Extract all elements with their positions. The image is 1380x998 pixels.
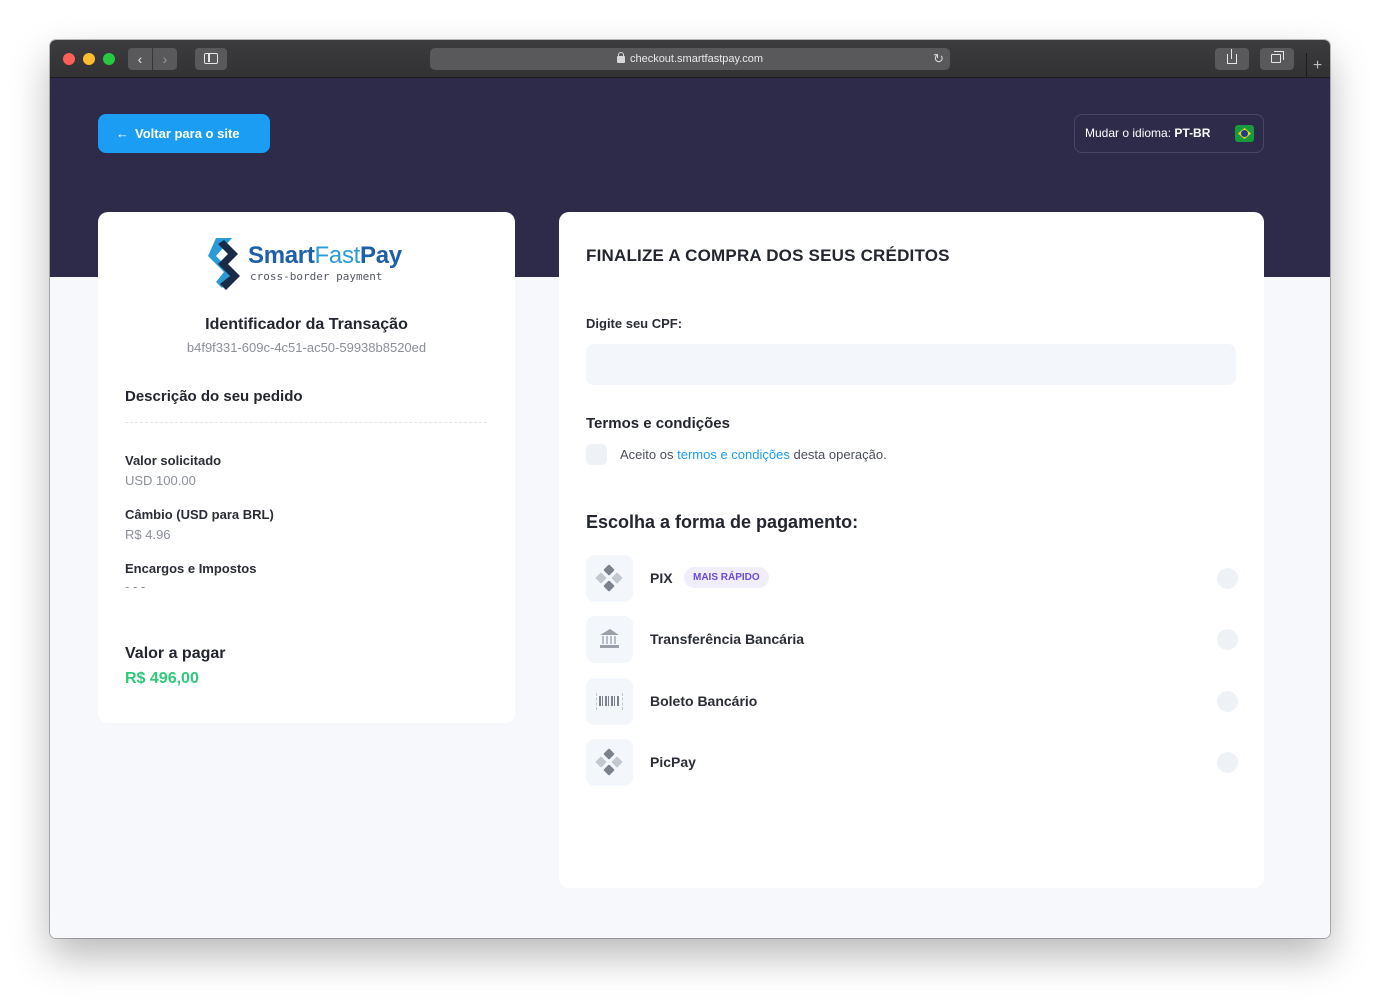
back-to-site-label: Voltar para o site: [135, 126, 240, 141]
forward-nav-button[interactable]: ›: [153, 48, 177, 70]
payment-icon-box: [586, 739, 633, 786]
bank-icon: [600, 629, 619, 649]
transaction-title: Identificador da Transação: [205, 316, 408, 333]
logo-word-smart: Smart: [248, 242, 315, 269]
payment-icon-box: [586, 616, 633, 663]
language-value: PT-BR: [1174, 126, 1211, 140]
payment-radio[interactable]: [1217, 691, 1238, 712]
payment-option-name: Boleto Bancário: [650, 693, 758, 709]
requested-amount-value: USD 100.00: [125, 473, 196, 488]
pix-icon: [595, 748, 623, 776]
fastest-badge: MAIS RÁPIDO: [684, 567, 769, 588]
payment-icon-box: [586, 555, 633, 602]
logo-word-pay: Pay: [360, 242, 402, 269]
sidebar-toggle-button[interactable]: [195, 48, 227, 70]
payment-radio[interactable]: [1217, 629, 1238, 650]
logo-word-fast: Fast: [314, 242, 361, 269]
order-summary-card: SmartFastPay cross-border payment Identi…: [98, 212, 515, 723]
cpf-input[interactable]: [586, 344, 1236, 385]
tabs-icon: [1271, 51, 1284, 63]
terms-title: Termos e condições: [586, 415, 730, 432]
logo-wordmark: SmartFastPay: [248, 242, 402, 270]
payment-option-boleto[interactable]: Boleto Bancário: [586, 678, 1238, 726]
requested-amount-label: Valor solicitado: [125, 453, 222, 468]
back-to-site-button[interactable]: ← Voltar para o site: [98, 114, 270, 153]
fees-value: - - -: [125, 579, 146, 594]
dashed-divider: [125, 422, 487, 423]
checkout-title: FINALIZE A COMPRA DOS SEUS CRÉDITOS: [586, 246, 950, 265]
total-to-pay-value: R$ 496,00: [125, 670, 199, 687]
payment-option-name: Transferência Bancária: [650, 631, 805, 647]
payment-option-pix[interactable]: PIX MAIS RÁPIDO: [586, 555, 1238, 603]
payment-method-title: Escolha a forma de pagamento:: [586, 512, 859, 532]
address-bar[interactable]: checkout.smartfastpay.com ↻: [430, 48, 950, 70]
back-nav-button[interactable]: ‹: [128, 48, 152, 70]
payment-option-picpay[interactable]: PicPay: [586, 739, 1238, 787]
payment-option-name: PicPay: [650, 754, 696, 770]
tab-overview-button[interactable]: [1260, 48, 1294, 70]
new-tab-button[interactable]: +: [1306, 53, 1328, 79]
transaction-id: b4f9f331-609c-4c51-ac50-59938b8520ed: [186, 340, 427, 355]
terms-text: Aceito os termos e condições desta opera…: [620, 447, 887, 462]
close-window-button[interactable]: [63, 53, 75, 65]
arrow-left-icon: ←: [116, 126, 129, 141]
url-text: checkout.smartfastpay.com: [629, 53, 764, 65]
language-selector[interactable]: Mudar o idioma: PT-BR: [1074, 114, 1264, 153]
minimize-window-button[interactable]: [83, 53, 95, 65]
sidebar-icon: [204, 53, 218, 64]
fees-label: Encargos e Impostos: [125, 561, 257, 576]
checkout-card: FINALIZE A COMPRA DOS SEUS CRÉDITOS Digi…: [559, 212, 1264, 888]
terms-suffix: desta operação.: [793, 447, 887, 462]
reload-icon[interactable]: ↻: [933, 48, 944, 70]
share-button[interactable]: [1215, 48, 1249, 70]
logo-tagline: cross-border payment: [250, 270, 383, 283]
terms-link[interactable]: termos e condições: [677, 447, 790, 462]
lock-icon: [616, 52, 625, 63]
total-to-pay-label: Valor a pagar: [125, 645, 226, 662]
exchange-rate-label: Câmbio (USD para BRL): [125, 507, 274, 522]
terms-checkbox[interactable]: [586, 444, 607, 465]
payment-radio[interactable]: [1217, 568, 1238, 589]
order-description-title: Descrição do seu pedido: [125, 388, 303, 405]
barcode-icon: [596, 693, 623, 710]
terms-prefix: Aceito os: [620, 447, 674, 462]
checkout-page: ← Voltar para o site Mudar o idioma: PT-B…: [50, 78, 1330, 938]
zoom-window-button[interactable]: [103, 53, 115, 65]
smartfastpay-logo-mark-icon: [208, 238, 240, 290]
cpf-label: Digite seu CPF:: [586, 316, 683, 331]
browser-toolbar: ‹ › checkout.smartfastpay.com ↻ +: [50, 40, 1330, 79]
payment-option-bank-transfer[interactable]: Transferência Bancária: [586, 616, 1238, 664]
browser-window: ‹ › checkout.smartfastpay.com ↻ + ← Volta…: [50, 40, 1330, 938]
smartfastpay-logo: SmartFastPay cross-border payment: [202, 236, 417, 292]
payment-option-name: PIX: [650, 570, 673, 586]
share-icon: [1227, 49, 1237, 64]
pix-icon: [595, 564, 623, 592]
payment-radio[interactable]: [1217, 752, 1238, 773]
brazil-flag-icon: [1235, 125, 1254, 142]
exchange-rate-value: R$ 4.96: [125, 527, 171, 542]
payment-icon-box: [586, 678, 633, 725]
language-label: Mudar o idioma:: [1085, 126, 1172, 140]
